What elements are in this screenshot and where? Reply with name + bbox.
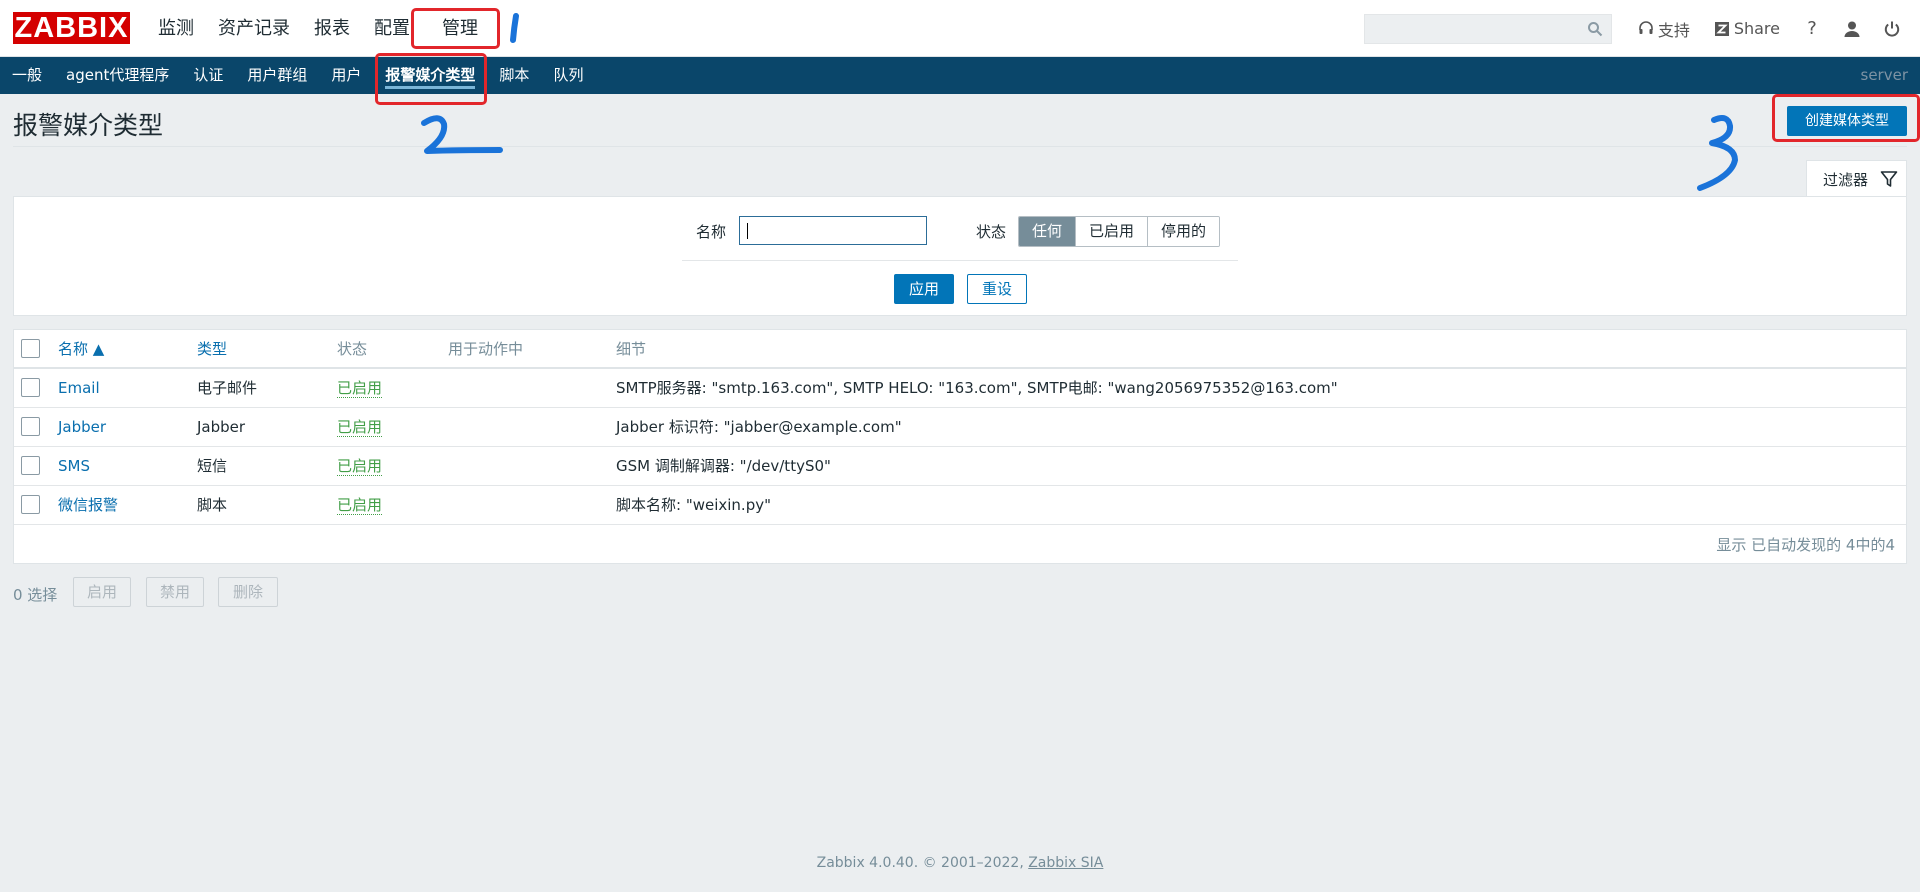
annotation-number-3 <box>1697 115 1738 191</box>
annotation-number-1 <box>510 13 519 43</box>
annotation-strokes <box>421 13 1738 191</box>
annotation-number-2 <box>421 115 503 154</box>
